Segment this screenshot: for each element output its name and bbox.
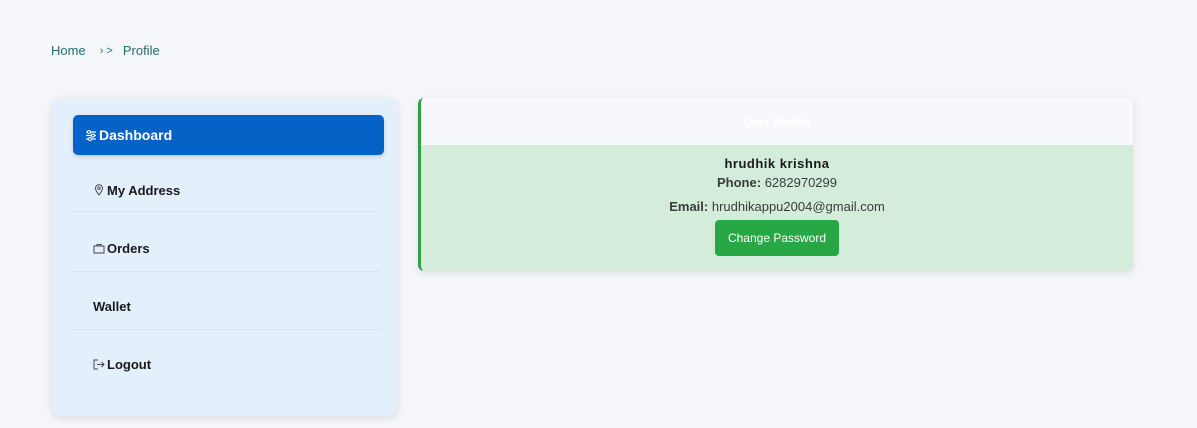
profile-name: hrudhik krishna xyxy=(724,156,830,171)
sidebar-item-label: Wallet xyxy=(93,298,131,314)
sidebar-item-label: Orders xyxy=(107,240,150,256)
sidebar-item-label: Dashboard xyxy=(99,127,173,143)
sidebar-item-label: My Address xyxy=(107,182,181,198)
sidebar-divider xyxy=(70,211,380,212)
breadcrumb: Home › > Profile xyxy=(51,43,160,58)
sliders-icon xyxy=(85,129,97,141)
sidebar-divider xyxy=(70,271,380,272)
profile-email-label: Email: xyxy=(669,199,709,214)
location-pin-icon xyxy=(93,184,105,196)
breadcrumb-current[interactable]: Profile xyxy=(123,43,160,58)
profile-card-header: User Profile xyxy=(421,98,1133,145)
sidebar-item-orders[interactable]: Orders xyxy=(70,238,380,258)
sidebar-item-label: Logout xyxy=(107,356,152,372)
shopping-bag-icon xyxy=(93,242,105,254)
profile-phone-value: 6282970299 xyxy=(764,175,837,190)
profile-card-title: User Profile xyxy=(743,114,811,129)
logout-icon xyxy=(93,358,105,370)
breadcrumb-separator: › > xyxy=(99,44,113,57)
profile-card: User Profile hrudhik krishna Phone: 6282… xyxy=(418,98,1133,271)
breadcrumb-home-link[interactable]: Home xyxy=(51,43,86,58)
profile-phone-label: Phone: xyxy=(717,175,762,190)
sidebar-item-logout[interactable]: Logout xyxy=(70,354,380,374)
profile-email-row: Email: hrudhikappu2004@gmail.com xyxy=(421,199,1133,214)
profile-card-body: hrudhik krishna Phone: 6282970299 Email:… xyxy=(421,156,1133,256)
sidebar: Dashboard My Address Orders Wallet Logou… xyxy=(52,98,397,416)
change-password-button[interactable]: Change Password xyxy=(715,220,839,256)
sidebar-item-my-address[interactable]: My Address xyxy=(70,180,380,200)
sidebar-item-dashboard[interactable]: Dashboard xyxy=(73,115,384,155)
sidebar-divider xyxy=(70,329,380,330)
sidebar-item-wallet[interactable]: Wallet xyxy=(70,296,380,316)
profile-phone-row: Phone: 6282970299 xyxy=(421,175,1133,190)
profile-email-value: hrudhikappu2004@gmail.com xyxy=(711,199,885,214)
